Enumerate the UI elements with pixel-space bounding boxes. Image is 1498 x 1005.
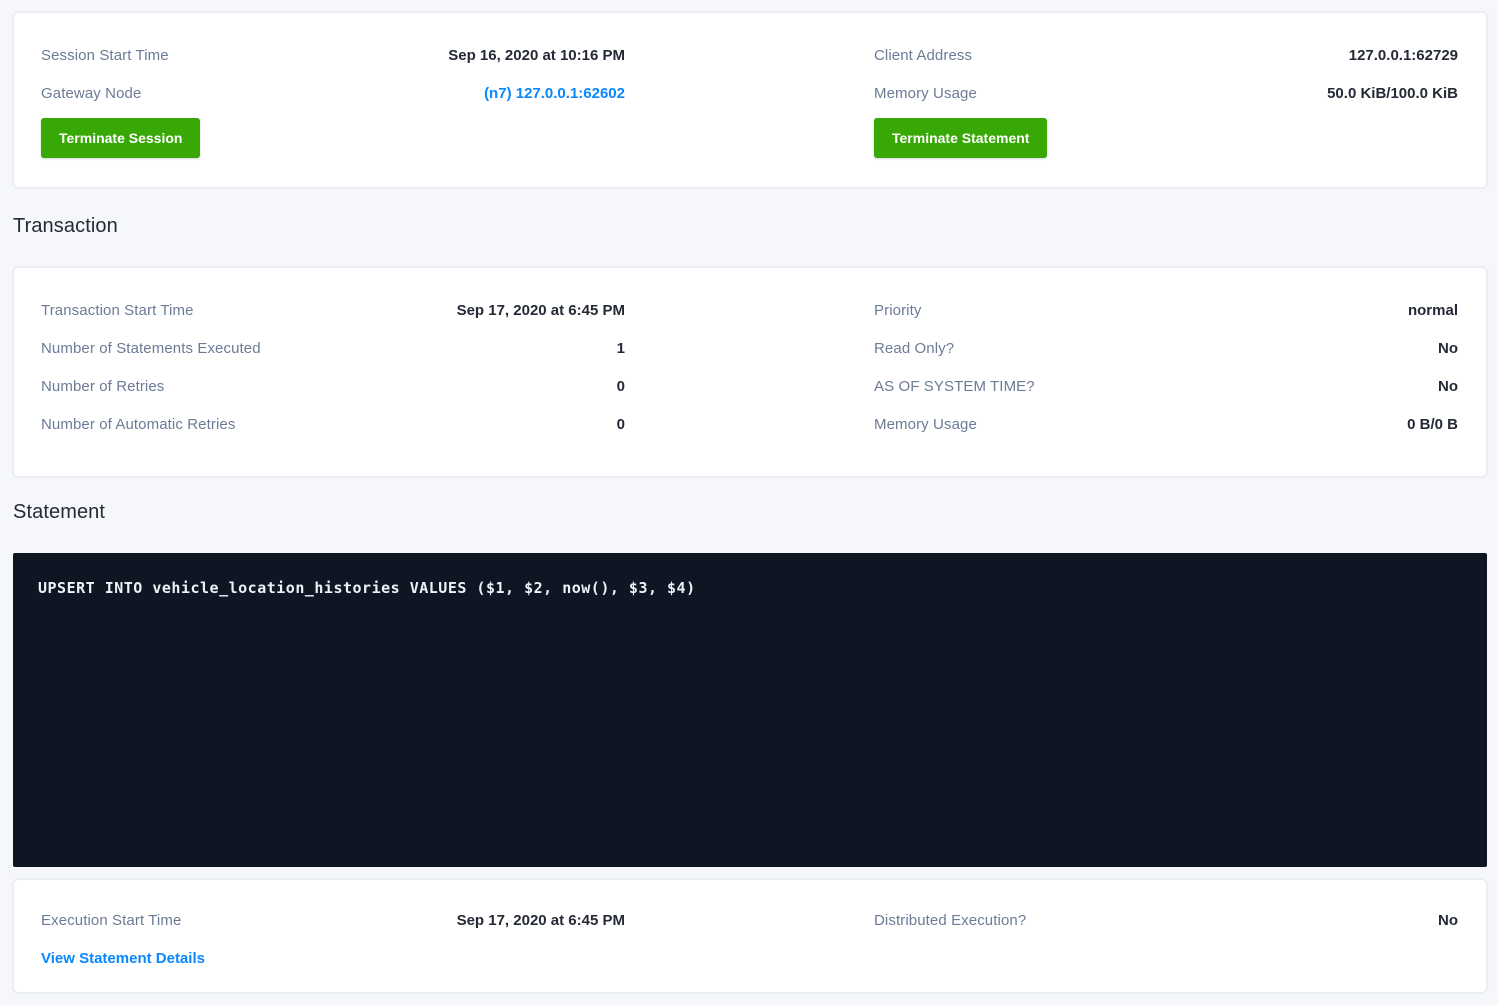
transaction-section-heading: Transaction: [13, 214, 1487, 238]
statement-sql-box: UPSERT INTO vehicle_location_histories V…: [13, 553, 1487, 867]
statements-executed-label: Number of Statements Executed: [41, 340, 261, 357]
automatic-retries-label: Number of Automatic Retries: [41, 416, 235, 433]
gateway-node-row: Gateway Node (n7) 127.0.0.1:62602: [41, 74, 625, 112]
transaction-card: Transaction Start Time Sep 17, 2020 at 6…: [13, 267, 1487, 477]
priority-label: Priority: [874, 302, 921, 319]
execution-card-left-column: Execution Start Time Sep 17, 2020 at 6:4…: [41, 901, 625, 975]
read-only-row: Read Only? No: [874, 329, 1458, 367]
statement-section-heading: Statement: [13, 500, 1487, 524]
session-card-right-column: Client Address 127.0.0.1:62729 Memory Us…: [874, 36, 1458, 156]
execution-start-time-value: Sep 17, 2020 at 6:45 PM: [457, 912, 625, 929]
execution-card-right-column: Distributed Execution? No: [874, 901, 1458, 975]
priority-value: normal: [1408, 302, 1458, 319]
execution-details-card: Execution Start Time Sep 17, 2020 at 6:4…: [13, 879, 1487, 993]
client-address-row: Client Address 127.0.0.1:62729: [874, 36, 1458, 74]
session-memory-usage-row: Memory Usage 50.0 KiB/100.0 KiB: [874, 74, 1458, 112]
terminate-session-button[interactable]: Terminate Session: [41, 118, 200, 158]
session-start-time-value: Sep 16, 2020 at 10:16 PM: [448, 47, 625, 64]
transaction-card-right-column: Priority normal Read Only? No AS OF SYST…: [874, 291, 1458, 441]
retries-label: Number of Retries: [41, 378, 164, 395]
client-address-label: Client Address: [874, 47, 972, 64]
transaction-card-left-column: Transaction Start Time Sep 17, 2020 at 6…: [41, 291, 625, 441]
gateway-node-label: Gateway Node: [41, 85, 141, 102]
transaction-start-time-row: Transaction Start Time Sep 17, 2020 at 6…: [41, 291, 625, 329]
statements-executed-row: Number of Statements Executed 1: [41, 329, 625, 367]
terminate-statement-button[interactable]: Terminate Statement: [874, 118, 1047, 158]
statement-sql-text: UPSERT INTO vehicle_location_histories V…: [38, 577, 1462, 599]
as-of-system-time-row: AS OF SYSTEM TIME? No: [874, 367, 1458, 405]
transaction-memory-usage-value: 0 B/0 B: [1407, 416, 1458, 433]
view-statement-details-row: View Statement Details: [41, 939, 625, 977]
retries-value: 0: [617, 378, 625, 395]
transaction-memory-usage-row: Memory Usage 0 B/0 B: [874, 405, 1458, 443]
session-start-time-label: Session Start Time: [41, 47, 169, 64]
transaction-start-time-label: Transaction Start Time: [41, 302, 194, 319]
automatic-retries-value: 0: [617, 416, 625, 433]
session-memory-usage-label: Memory Usage: [874, 85, 977, 102]
spacer: [13, 867, 1487, 879]
execution-start-time-label: Execution Start Time: [41, 912, 181, 929]
session-memory-usage-value: 50.0 KiB/100.0 KiB: [1327, 85, 1458, 102]
distributed-execution-value: No: [1438, 912, 1458, 929]
transaction-start-time-value: Sep 17, 2020 at 6:45 PM: [457, 302, 625, 319]
retries-row: Number of Retries 0: [41, 367, 625, 405]
view-statement-details-link[interactable]: View Statement Details: [41, 950, 205, 967]
statements-executed-value: 1: [617, 340, 625, 357]
distributed-execution-label: Distributed Execution?: [874, 912, 1026, 929]
distributed-execution-row: Distributed Execution? No: [874, 901, 1458, 939]
session-summary-card: Session Start Time Sep 16, 2020 at 10:16…: [13, 12, 1487, 188]
session-details-page: Session Start Time Sep 16, 2020 at 10:16…: [0, 0, 1498, 993]
automatic-retries-row: Number of Automatic Retries 0: [41, 405, 625, 443]
client-address-value: 127.0.0.1:62729: [1349, 47, 1458, 64]
transaction-memory-usage-label: Memory Usage: [874, 416, 977, 433]
execution-start-time-row: Execution Start Time Sep 17, 2020 at 6:4…: [41, 901, 625, 939]
session-card-left-column: Session Start Time Sep 16, 2020 at 10:16…: [41, 36, 625, 156]
priority-row: Priority normal: [874, 291, 1458, 329]
as-of-system-time-value: No: [1438, 378, 1458, 395]
read-only-value: No: [1438, 340, 1458, 357]
read-only-label: Read Only?: [874, 340, 954, 357]
session-start-time-row: Session Start Time Sep 16, 2020 at 10:16…: [41, 36, 625, 74]
as-of-system-time-label: AS OF SYSTEM TIME?: [874, 378, 1035, 395]
gateway-node-link[interactable]: (n7) 127.0.0.1:62602: [484, 85, 625, 102]
